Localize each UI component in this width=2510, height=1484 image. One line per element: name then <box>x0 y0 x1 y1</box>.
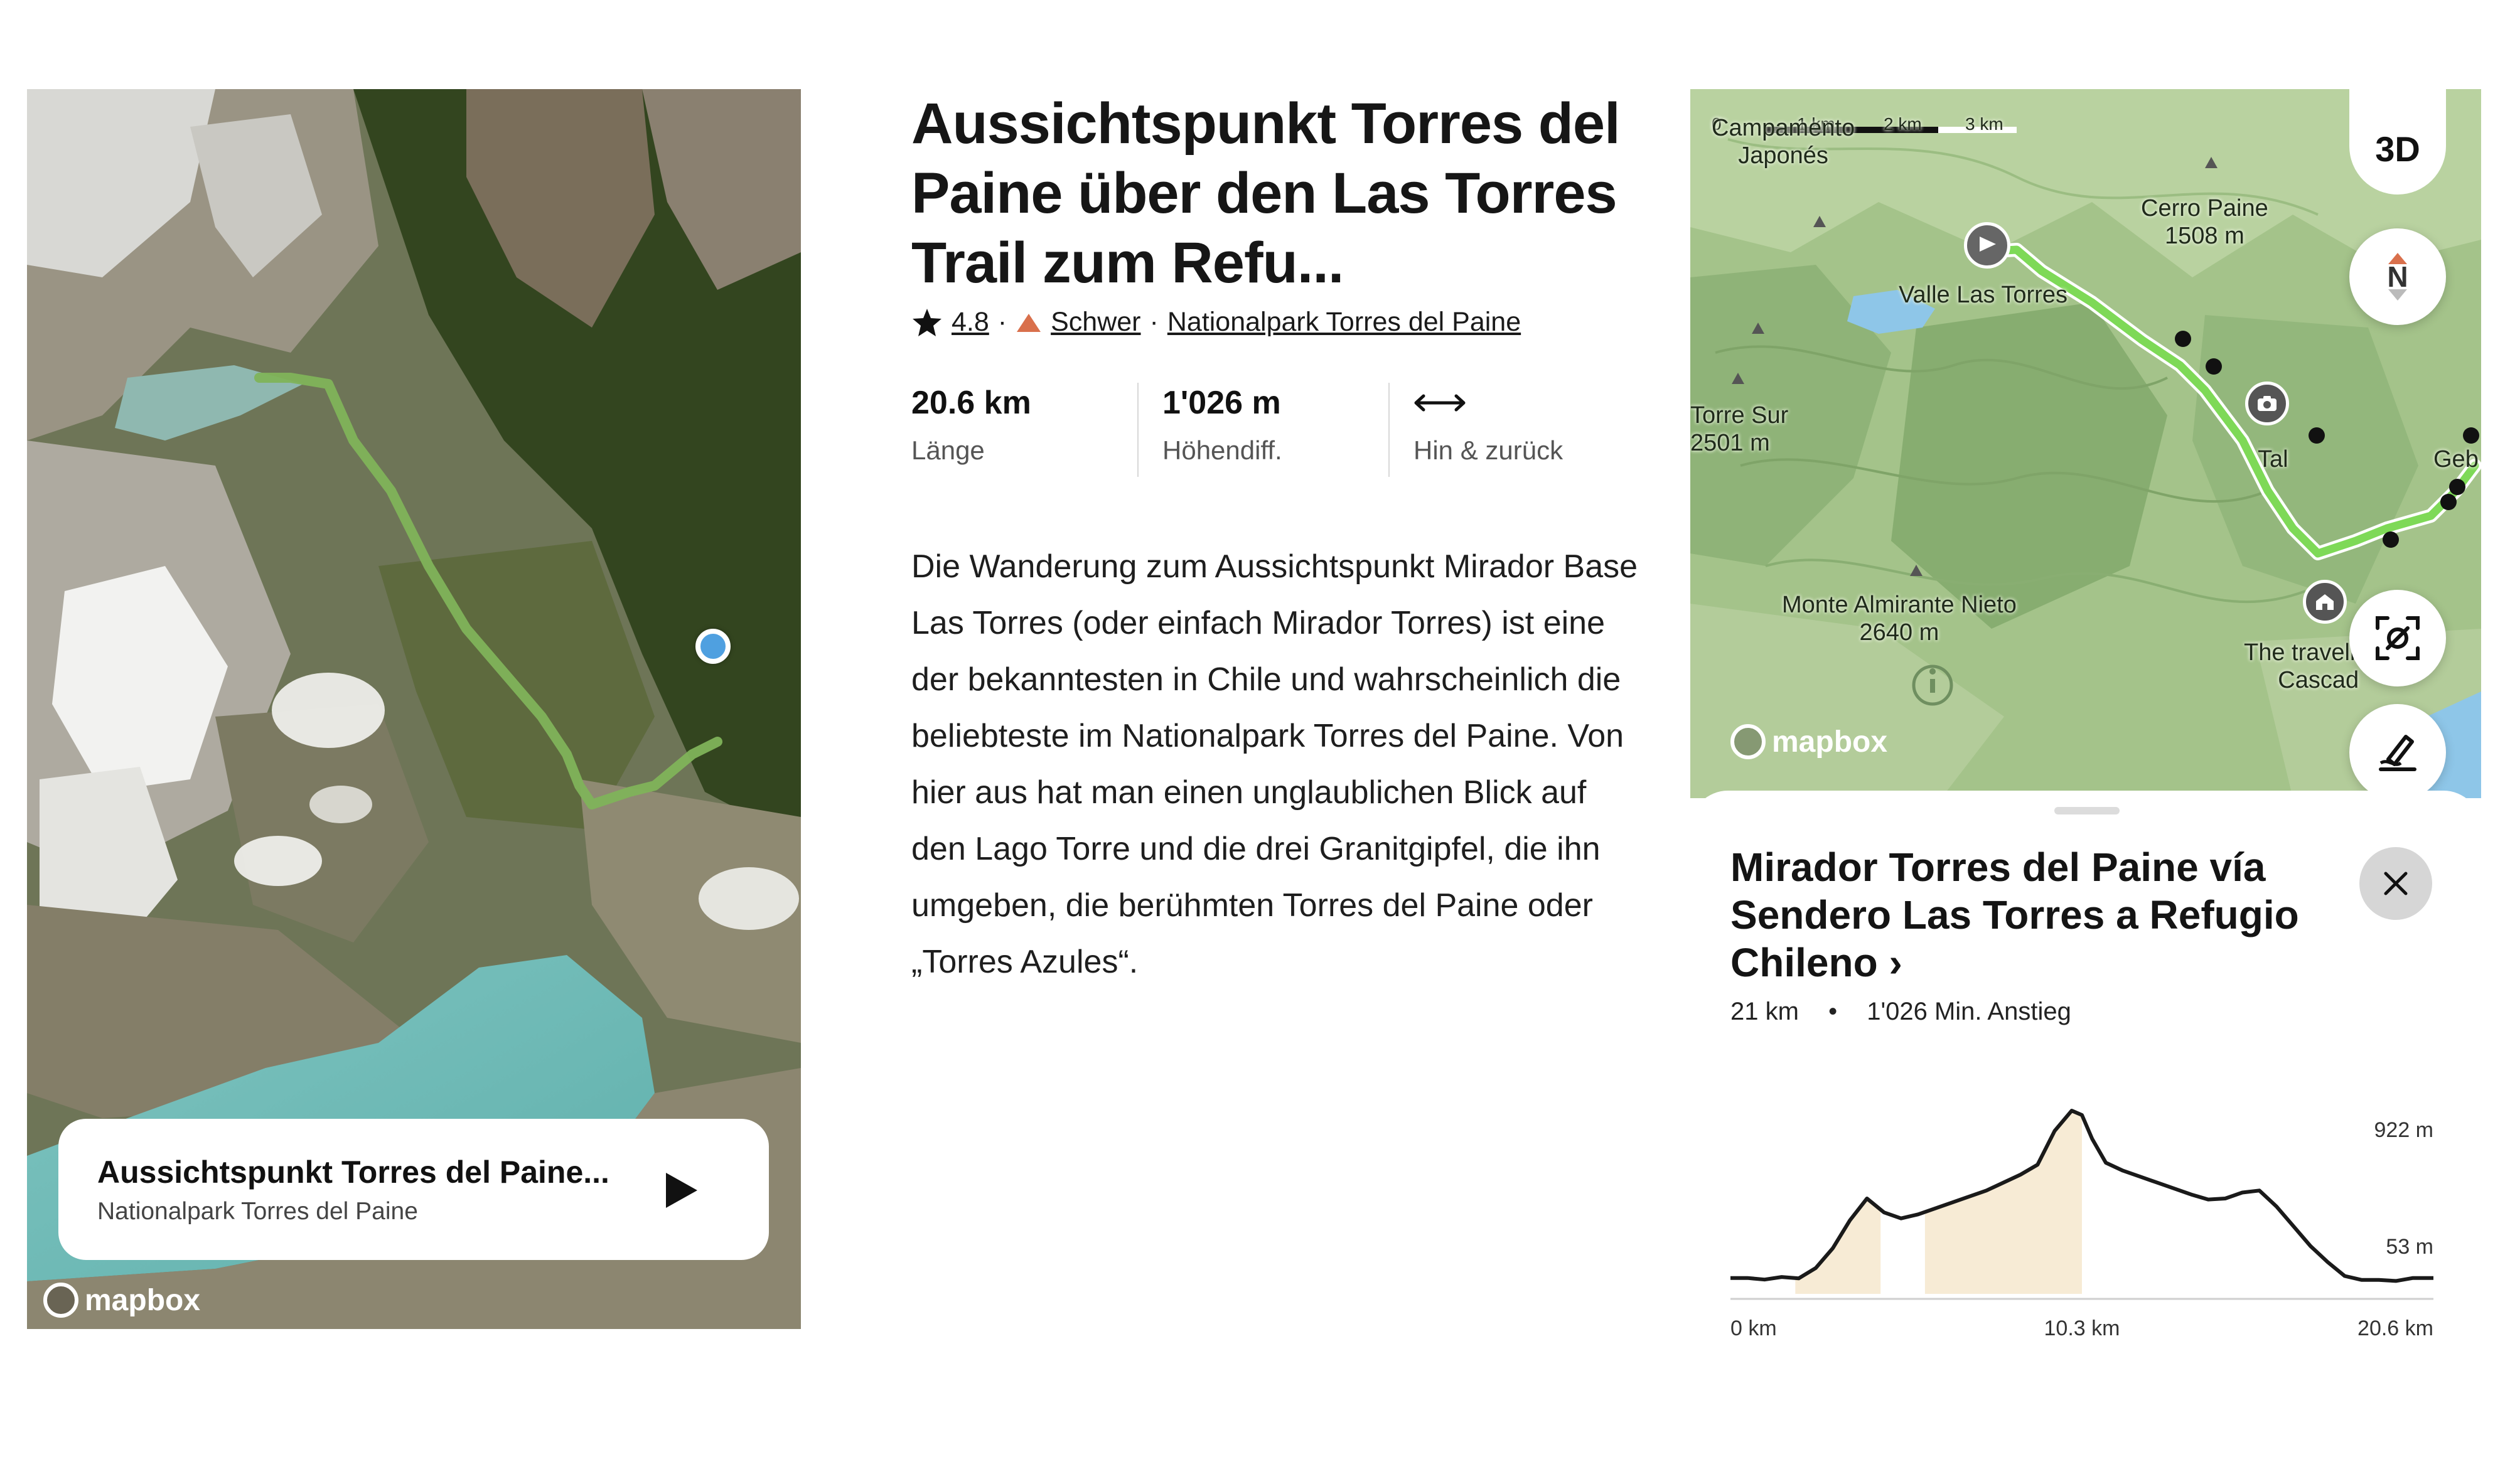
stat-value: 1'026 m <box>1162 385 1281 421</box>
climb-segment-area <box>1795 1198 1881 1294</box>
flag-icon <box>1980 237 1996 252</box>
elevation-profile-chart[interactable]: 0 km 10.3 km 20.6 km 922 m 53 m <box>1730 1092 2446 1380</box>
stat-label: Höhendiff. <box>1162 435 1282 465</box>
x-tick-label: 20.6 km <box>2357 1316 2433 1340</box>
trail-details: Aussichtspunkt Torres del Paine über den… <box>911 89 1639 990</box>
scale-label: 3 km <box>1965 114 2003 134</box>
route-meta-separator: • <box>1828 998 1838 1025</box>
mapbox-wordmark: mapbox <box>85 1283 201 1317</box>
difficulty-mountain <box>1017 313 1041 332</box>
map-label-valle: Valle Las Torres <box>1899 282 2068 308</box>
rating-link[interactable]: 4.8 <box>952 307 989 338</box>
meta-dot: · <box>1149 307 1159 337</box>
map-label-tal: Tal <box>2258 446 2288 472</box>
mapbox-logo[interactable]: mapbox <box>43 1283 200 1318</box>
track-card-subtitle: Nationalpark Torres del Paine <box>97 1198 418 1225</box>
scan-focus-icon <box>2376 616 2420 660</box>
trail-stats: 20.6 km Länge 1'026 m Höhendiff. Hin & z… <box>911 383 1639 477</box>
difficulty-link[interactable]: Schwer <box>1051 307 1140 338</box>
stat-divider <box>1137 383 1139 477</box>
stat-length: 20.6 km Länge <box>911 383 1137 477</box>
track-card-title: Aussichtspunkt Torres del Paine... <box>97 1155 609 1190</box>
mapbox-icon <box>1730 724 1766 759</box>
track-card[interactable]: Aussichtspunkt Torres del Paine... Natio… <box>58 1119 769 1260</box>
y-tick-label: 53 m <box>2386 1235 2433 1259</box>
park-link[interactable]: Nationalpark Torres del Paine <box>1167 307 1521 338</box>
play-icon[interactable] <box>662 1170 700 1210</box>
compass-label: N <box>2387 260 2408 293</box>
map-label-geb: Geb <box>2433 446 2479 472</box>
close-icon <box>2384 872 2408 895</box>
route-sheet[interactable]: Mirador Torres del Paine vía Sendero Las… <box>1690 791 2481 1394</box>
route-distance: 21 km <box>1730 998 1799 1025</box>
hut-icon <box>2316 594 2334 610</box>
mountain-icon <box>1017 313 1041 332</box>
stat-value: 20.6 km <box>911 385 1031 421</box>
compass-icon: N <box>2387 253 2408 301</box>
two-way-arrow-icon <box>1414 394 1466 412</box>
trail-meta: 4.8 · Schwer · Nationalpark Torres del P… <box>911 307 1639 338</box>
mapbox-wordmark: mapbox <box>1772 725 1888 759</box>
hut-marker[interactable] <box>2303 580 2347 624</box>
map-label-campamento: Campamento Japonés <box>1712 115 1855 169</box>
sheet-handle[interactable] <box>2054 807 2120 814</box>
map-label-almirante: Monte Almirante Nieto 2640 m <box>1782 592 2017 646</box>
draw-route-button[interactable] <box>2349 704 2446 798</box>
camera-icon <box>2258 396 2277 411</box>
mapbox-logo[interactable]: mapbox <box>1730 724 1887 759</box>
trail-title: Aussichtspunkt Torres del Paine über den… <box>911 92 1621 295</box>
x-tick-label: 10.3 km <box>2044 1316 2120 1340</box>
trail-description: Die Wanderung zum Aussichtspunkt Mirador… <box>911 548 1638 980</box>
recenter-button[interactable] <box>2349 590 2446 686</box>
route-title-link[interactable]: Mirador Torres del Paine vía Sendero Las… <box>1730 843 2346 986</box>
3d-toggle-button[interactable]: 3D <box>2349 89 2446 195</box>
stat-label: Hin & zurück <box>1413 435 1563 465</box>
meta-dot: · <box>997 307 1007 337</box>
start-flag-marker[interactable] <box>1964 222 2010 269</box>
scale-label: 2 km <box>1884 114 1922 134</box>
stat-label: Länge <box>911 435 985 465</box>
route-ascent: 1'026 Min. Anstieg <box>1867 998 2071 1025</box>
stat-route-type: Hin & zurück <box>1413 383 1639 477</box>
map-label-cerro-paine: Cerro Paine 1508 m <box>2141 195 2268 249</box>
photo-marker[interactable] <box>2245 382 2289 425</box>
mapbox-icon <box>43 1283 78 1318</box>
compass-button[interactable]: N <box>2349 228 2446 325</box>
stat-elevation: 1'026 m Höhendiff. <box>1162 383 1388 477</box>
x-tick-label: 0 km <box>1730 1316 1777 1340</box>
topo-map[interactable]: 0 1 km 2 km 3 km Campamento Japonés Cerr… <box>1690 89 2481 798</box>
star-icon <box>913 308 941 336</box>
close-button[interactable] <box>2359 847 2432 920</box>
y-tick-label: 922 m <box>2374 1118 2434 1142</box>
route-meta: 21 km • 1'026 Min. Anstieg <box>1730 998 2071 1026</box>
map-label-torre-sur: Torre Sur 2501 m <box>1690 402 1789 456</box>
pen-icon <box>2379 735 2416 771</box>
app-panel: 0 1 km 2 km 3 km Campamento Japonés Cerr… <box>1690 89 2481 1394</box>
stat-divider <box>1388 383 1390 477</box>
satellite-map[interactable]: Aussichtspunkt Torres del Paine... Natio… <box>27 89 801 1329</box>
compass-south-arrow <box>2388 289 2407 301</box>
location-marker[interactable] <box>695 629 731 664</box>
